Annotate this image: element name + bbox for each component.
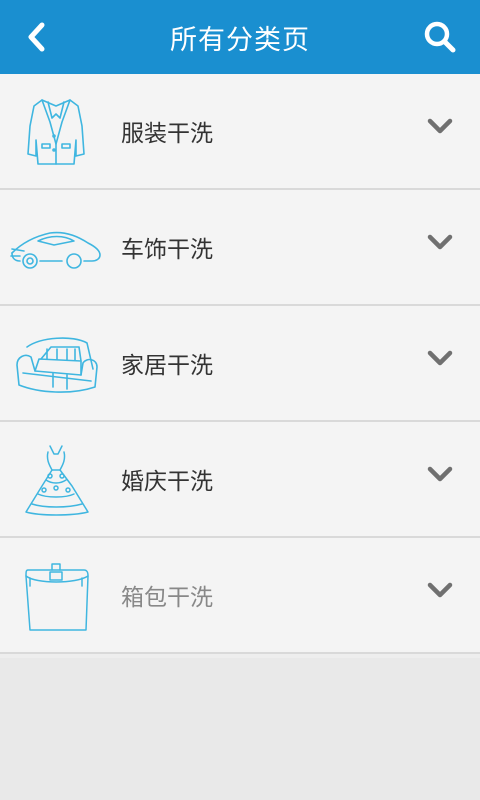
wedding-dress-icon [10,440,102,520]
expand-button[interactable] [424,462,456,486]
chevron-left-icon [28,22,45,52]
search-button[interactable] [422,19,458,55]
chevron-down-icon [427,582,453,598]
page-title: 所有分类页 [170,24,310,56]
back-button[interactable] [18,19,54,55]
category-row-clothing[interactable]: 服装干洗 [0,74,480,190]
expand-button[interactable] [424,230,456,254]
empty-area [0,658,480,800]
category-row-home[interactable]: 家居干洗 [0,306,480,422]
expand-button[interactable] [424,578,456,602]
category-label: 箱包干洗 [121,585,213,611]
top-bar: 所有分类页 [0,0,480,74]
category-label: 婚庆干洗 [121,469,213,495]
car-icon [10,208,102,288]
sofa-icon [10,324,102,404]
bag-icon [10,556,102,636]
category-row-wedding[interactable]: 婚庆干洗 [0,422,480,538]
chevron-down-icon [427,234,453,250]
search-icon [424,21,456,53]
chevron-down-icon [427,466,453,482]
category-label: 家居干洗 [121,353,213,379]
chevron-down-icon [427,118,453,134]
chevron-down-icon [427,350,453,366]
category-label: 车饰干洗 [121,237,213,263]
expand-button[interactable] [424,114,456,138]
category-row-car[interactable]: 车饰干洗 [0,190,480,306]
jacket-icon [10,92,102,172]
category-list: 服装干洗 车饰干洗 家居干洗 婚庆干洗 箱包干洗 [0,74,480,654]
category-label: 服装干洗 [121,121,213,147]
category-row-bags[interactable]: 箱包干洗 [0,538,480,654]
expand-button[interactable] [424,346,456,370]
